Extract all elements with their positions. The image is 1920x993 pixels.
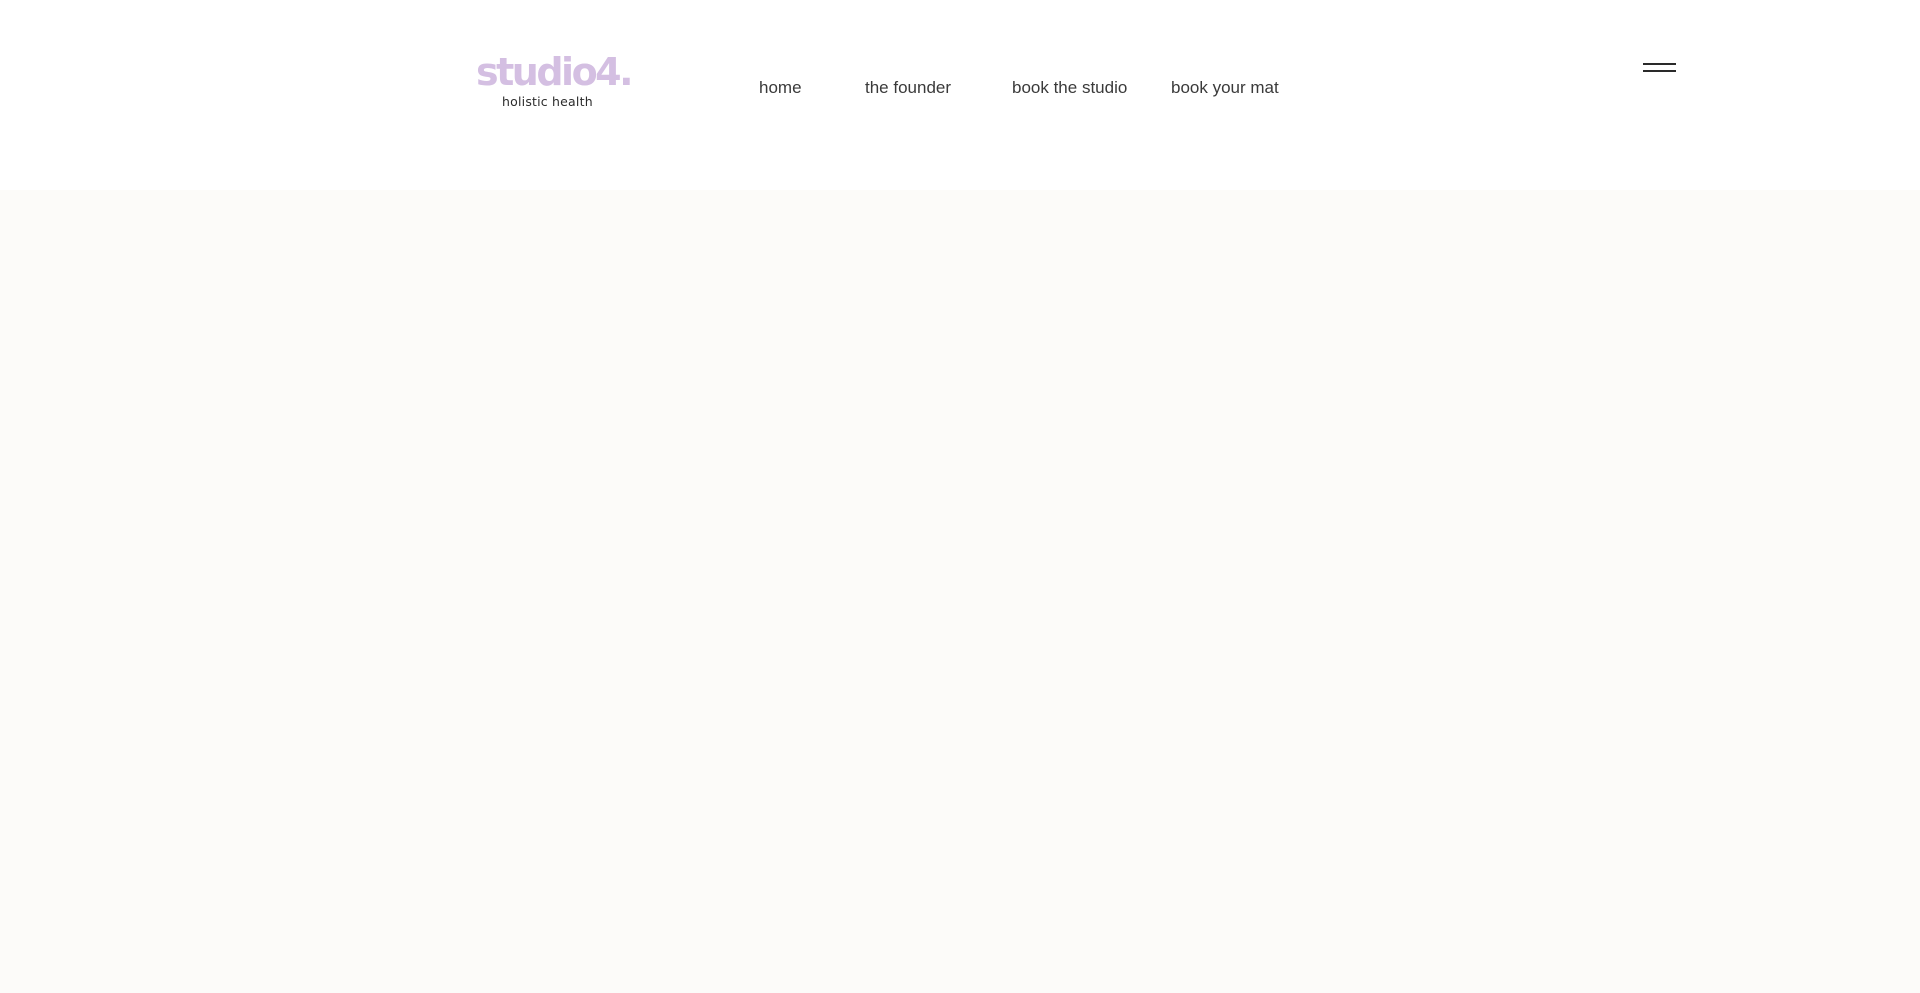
main-nav: home the founder book the studio book yo…: [0, 76, 1920, 100]
nav-item-home[interactable]: home: [759, 76, 802, 100]
menu-button[interactable]: [1638, 56, 1680, 82]
hamburger-menu-icon: [1643, 63, 1676, 65]
hamburger-menu-icon-line: [1643, 70, 1676, 72]
nav-item-book-the-studio[interactable]: book the studio: [1012, 76, 1127, 100]
nav-item-book-your-mat[interactable]: book your mat: [1171, 76, 1279, 100]
page: studio4. holistic health home the founde…: [0, 0, 1920, 993]
nav-item-the-founder[interactable]: the founder: [865, 76, 951, 100]
hero-section: [0, 190, 1920, 993]
site-header: studio4. holistic health home the founde…: [0, 0, 1920, 190]
